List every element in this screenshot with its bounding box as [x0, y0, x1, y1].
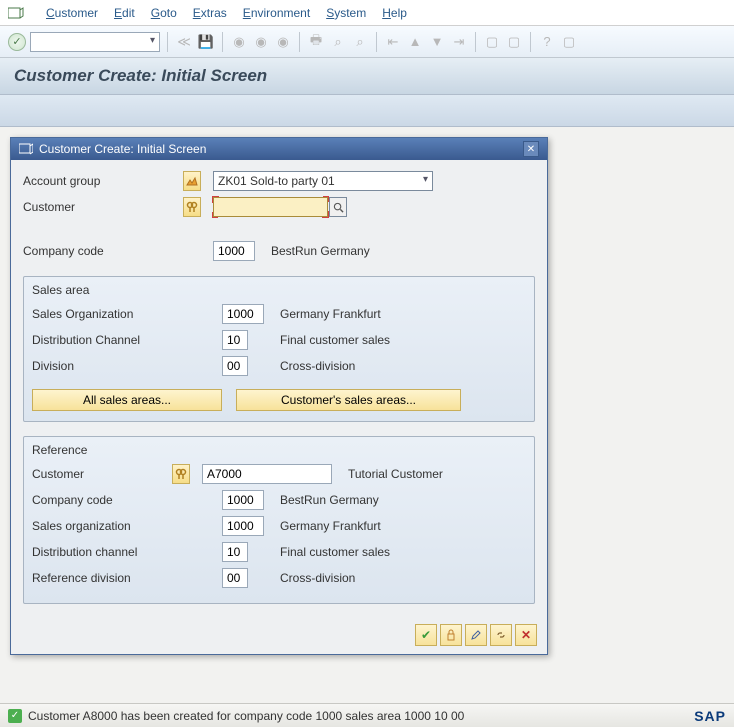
customer-f4-button[interactable]: [329, 197, 347, 217]
ref-sales-org-desc: Germany Frankfurt: [280, 519, 381, 533]
company-code-label: Company code: [23, 244, 213, 258]
separator: [475, 32, 476, 52]
ref-division-label: Reference division: [32, 571, 222, 585]
all-sales-areas-button[interactable]: All sales areas...: [32, 389, 222, 411]
ref-sales-org-label: Sales organization: [32, 519, 222, 533]
separator: [167, 32, 168, 52]
menubar: Customer Edit Goto Extras Environment Sy…: [0, 0, 734, 26]
back-icon[interactable]: ≪: [175, 33, 193, 51]
app-toolbar: [0, 95, 734, 127]
customer-input-wrap: [213, 197, 328, 217]
modal-dialog: Customer Create: Initial Screen ✕ Accoun…: [10, 137, 548, 655]
nav-cancel-icon[interactable]: ◉: [274, 33, 292, 51]
sales-area-title: Sales area: [32, 283, 526, 297]
find-icon[interactable]: ⌕: [329, 33, 347, 51]
account-group-icon-button[interactable]: [183, 171, 201, 191]
ref-customer-search-button[interactable]: [172, 464, 190, 484]
find-next-icon[interactable]: ⌕: [351, 33, 369, 51]
toolbar: ✓ ≪ 💾 ◉ ◉ ◉ 🖶 ⌕ ⌕ ⇤ ▲ ▼ ⇥ ▢ ▢ ? ▢: [0, 26, 734, 58]
separator: [299, 32, 300, 52]
customer-label: Customer: [23, 200, 183, 214]
ref-company-code-input[interactable]: [222, 490, 264, 510]
status-success-icon: ✓: [8, 709, 22, 723]
modal-footer: ✔ ✕: [11, 616, 547, 654]
sap-menu-icon[interactable]: [8, 6, 24, 20]
prev-page-icon[interactable]: ▲: [406, 33, 424, 51]
modal-title: Customer Create: Initial Screen: [39, 142, 206, 156]
ref-dist-channel-input[interactable]: [222, 542, 248, 562]
dist-channel-desc: Final customer sales: [280, 333, 390, 347]
ref-division-desc: Cross-division: [280, 571, 355, 585]
division-desc: Cross-division: [280, 359, 355, 373]
status-message: Customer A8000 has been created for comp…: [28, 709, 464, 723]
sap-logo: SAP: [694, 708, 726, 724]
enter-button[interactable]: ✓: [8, 33, 26, 51]
modal-titlebar: Customer Create: Initial Screen ✕: [11, 138, 547, 160]
separator: [376, 32, 377, 52]
company-code-desc: BestRun Germany: [271, 244, 370, 258]
reference-group: Reference Customer Tutorial Customer Com…: [23, 436, 535, 604]
ref-customer-input[interactable]: [202, 464, 332, 484]
sales-org-label: Sales Organization: [32, 307, 222, 321]
sales-area-group: Sales area Sales Organization Germany Fr…: [23, 276, 535, 422]
first-page-icon[interactable]: ⇤: [384, 33, 402, 51]
nav-back-icon[interactable]: ◉: [230, 33, 248, 51]
division-label: Division: [32, 359, 222, 373]
continue-button[interactable]: ✔: [415, 624, 437, 646]
ref-division-input[interactable]: [222, 568, 248, 588]
account-group-label: Account group: [23, 174, 183, 188]
link-button[interactable]: [490, 624, 512, 646]
page-title: Customer Create: Initial Screen: [14, 66, 720, 86]
menu-environment[interactable]: Environment: [243, 6, 310, 20]
ref-company-code-desc: BestRun Germany: [280, 493, 379, 507]
separator: [530, 32, 531, 52]
menu-edit[interactable]: Edit: [114, 6, 135, 20]
sales-org-desc: Germany Frankfurt: [280, 307, 381, 321]
division-input[interactable]: [222, 356, 248, 376]
ref-customer-label: Customer: [32, 467, 172, 481]
customer-sales-areas-button[interactable]: Customer's sales areas...: [236, 389, 461, 411]
sales-org-input[interactable]: [222, 304, 264, 324]
layout-icon[interactable]: ▢: [560, 33, 578, 51]
account-group-dropdown[interactable]: ZK01 Sold-to party 01: [213, 171, 433, 191]
content-area: Customer Create: Initial Screen ✕ Accoun…: [0, 127, 734, 722]
customer-input[interactable]: [213, 197, 328, 217]
edit-button[interactable]: [465, 624, 487, 646]
menu-extras[interactable]: Extras: [193, 6, 227, 20]
menu-help[interactable]: Help: [382, 6, 407, 20]
ref-dist-channel-desc: Final customer sales: [280, 545, 390, 559]
separator: [222, 32, 223, 52]
dist-channel-label: Distribution Channel: [32, 333, 222, 347]
menu-system[interactable]: System: [326, 6, 366, 20]
company-code-input[interactable]: [213, 241, 255, 261]
reference-title: Reference: [32, 443, 526, 457]
lock-button[interactable]: [440, 624, 462, 646]
modal-close-button[interactable]: ✕: [523, 141, 539, 157]
nav-exit-icon[interactable]: ◉: [252, 33, 270, 51]
help-icon[interactable]: ?: [538, 33, 556, 51]
shortcut-icon[interactable]: ▢: [505, 33, 523, 51]
ref-dist-channel-label: Distribution channel: [32, 545, 222, 559]
dist-channel-input[interactable]: [222, 330, 248, 350]
modal-icon: [19, 143, 33, 155]
cancel-button[interactable]: ✕: [515, 624, 537, 646]
save-icon[interactable]: 💾: [197, 33, 215, 51]
command-field[interactable]: [30, 32, 160, 52]
title-band: Customer Create: Initial Screen: [0, 58, 734, 95]
last-page-icon[interactable]: ⇥: [450, 33, 468, 51]
menu-customer[interactable]: Customer: [46, 6, 98, 20]
ref-customer-desc: Tutorial Customer: [348, 467, 443, 481]
new-session-icon[interactable]: ▢: [483, 33, 501, 51]
statusbar: ✓ Customer A8000 has been created for co…: [0, 703, 734, 727]
customer-search-button[interactable]: [183, 197, 201, 217]
ref-sales-org-input[interactable]: [222, 516, 264, 536]
ref-company-code-label: Company code: [32, 493, 222, 507]
next-page-icon[interactable]: ▼: [428, 33, 446, 51]
menu-goto[interactable]: Goto: [151, 6, 177, 20]
print-icon[interactable]: 🖶: [307, 33, 325, 51]
